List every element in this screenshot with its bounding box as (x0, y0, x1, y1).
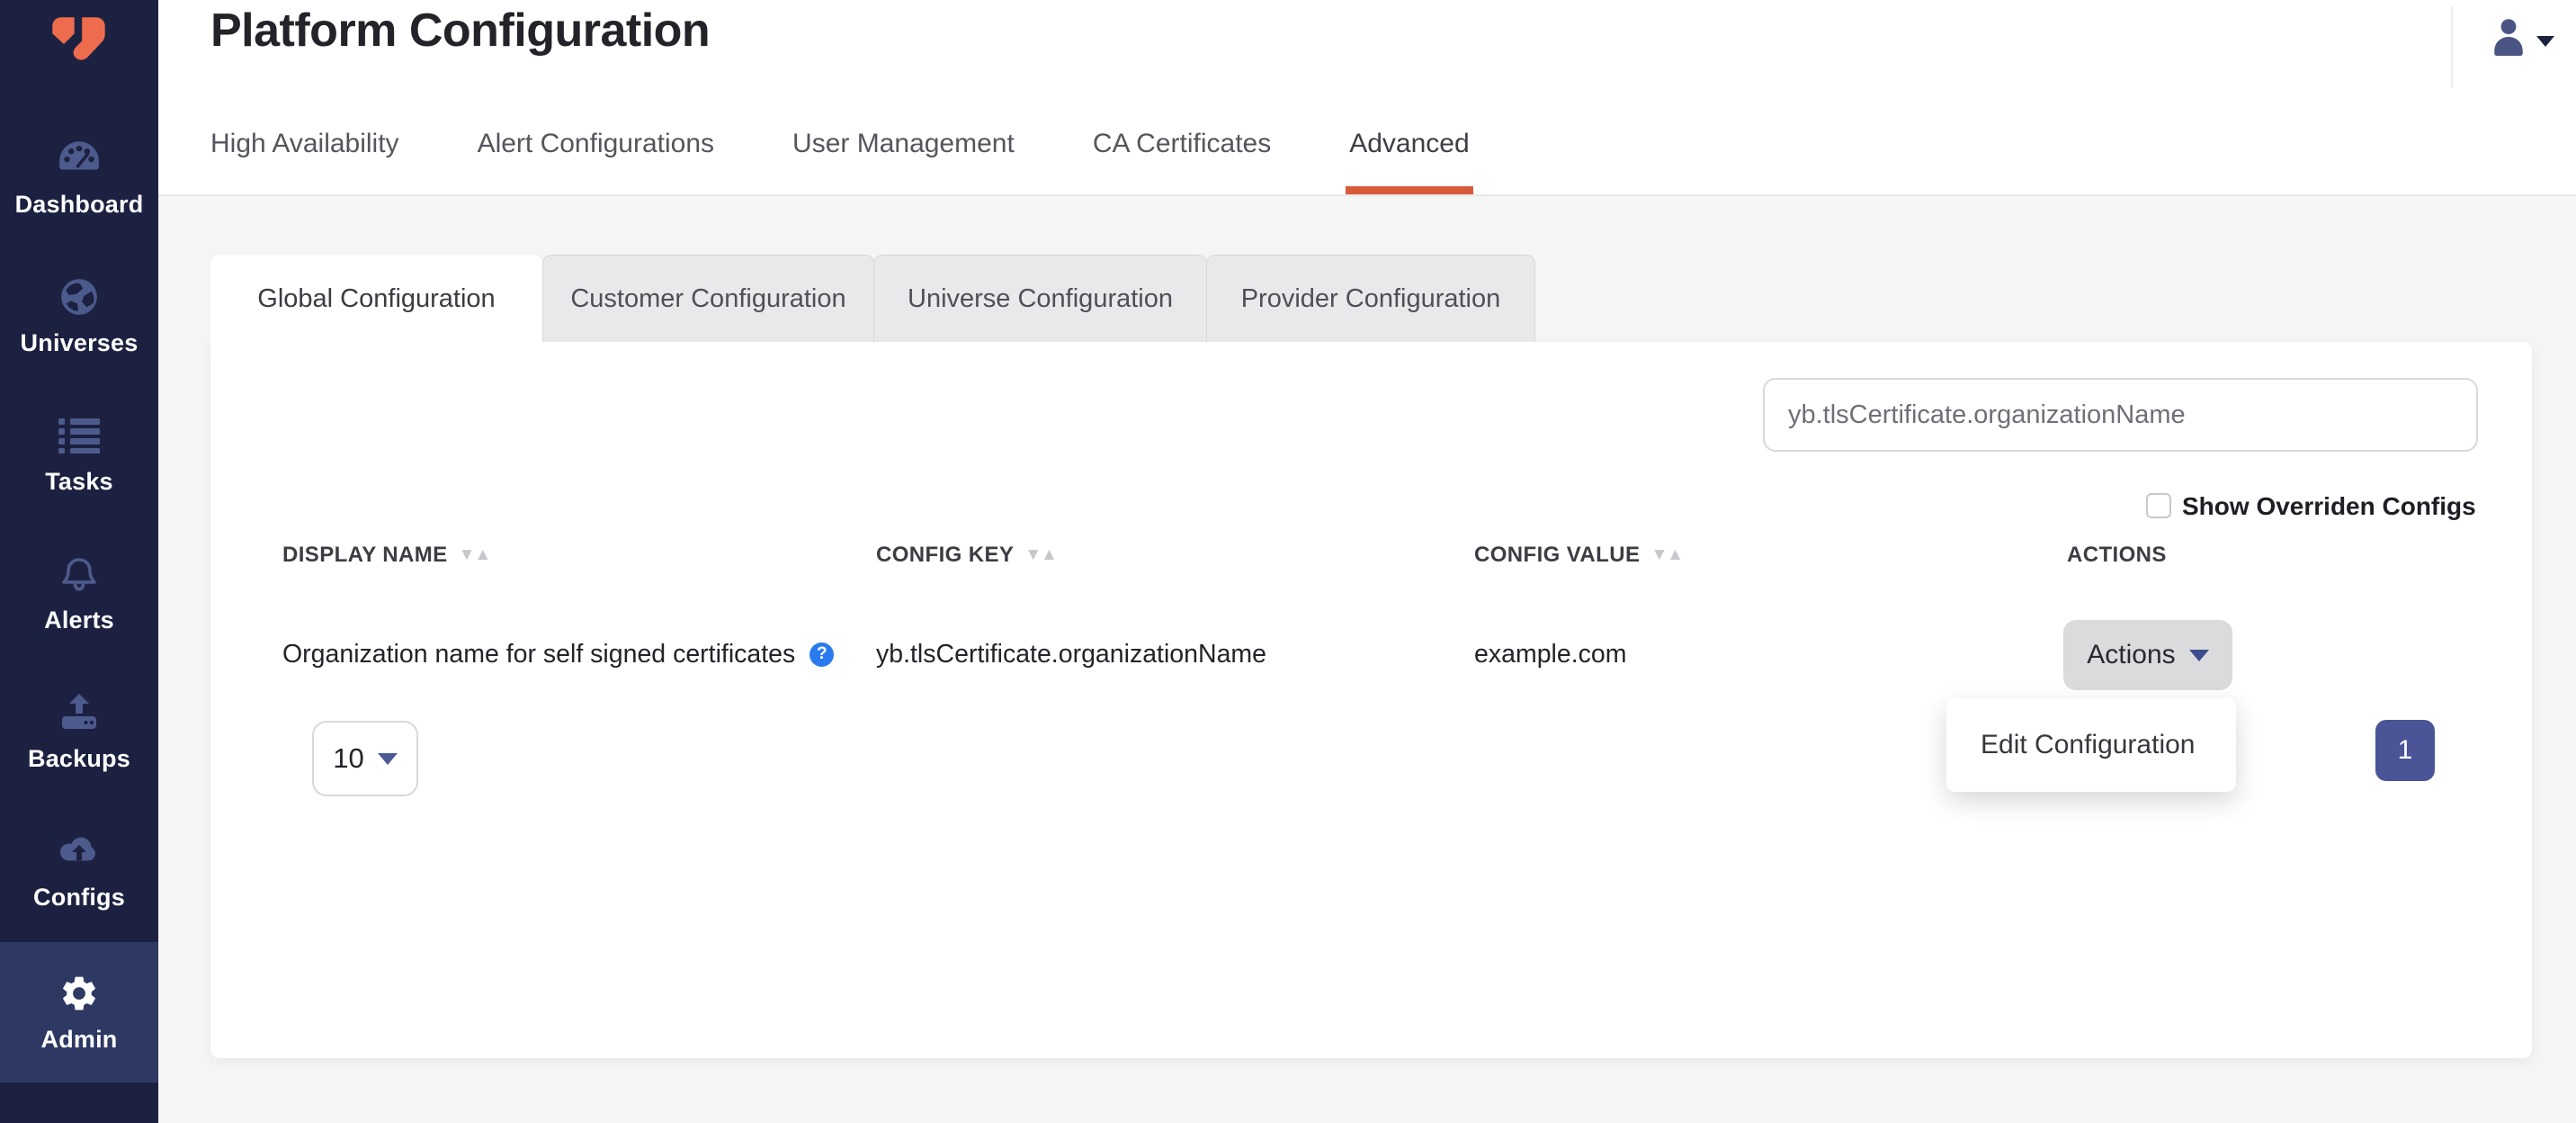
subtab-universe-configuration[interactable]: Universe Configuration (873, 255, 1207, 342)
configuration-subtabs: Global Configuration Customer Configurat… (210, 255, 1535, 343)
config-search-input[interactable] (1763, 378, 2478, 452)
sidebar-item-label: Tasks (45, 468, 113, 496)
page-title: Platform Configuration (210, 4, 710, 58)
user-menu-caret-icon[interactable] (2536, 36, 2554, 47)
sidebar-item-label: Backups (28, 745, 130, 773)
pagination-page-1-button[interactable]: 1 (2375, 720, 2435, 781)
tab-alert-configurations[interactable]: Alert Configurations (478, 94, 714, 194)
tab-ca-certificates[interactable]: CA Certificates (1093, 94, 1271, 194)
sidebar-item-label: Admin (41, 1026, 118, 1054)
cloud-upload-icon (58, 829, 101, 874)
sidebar-item-label: Alerts (44, 606, 114, 634)
subtab-provider-configuration[interactable]: Provider Configuration (1206, 255, 1535, 342)
sidebar-item-backups[interactable]: Backups (0, 664, 158, 799)
task-list-icon (58, 413, 100, 458)
sort-icon[interactable]: ▼▲ (1024, 545, 1057, 565)
sidebar-item-label: Universes (21, 329, 139, 357)
gear-icon (58, 971, 100, 1016)
row-actions-button[interactable]: Actions (2063, 620, 2232, 690)
sidebar: Dashboard Universes Tasks (0, 0, 158, 1123)
help-circle-icon[interactable]: ? (809, 642, 834, 667)
actions-dropdown-menu: Edit Configuration (1946, 698, 2236, 792)
header-divider (2451, 5, 2453, 88)
sidebar-item-tasks[interactable]: Tasks (0, 387, 158, 522)
tab-user-management[interactable]: User Management (792, 94, 1015, 194)
caret-down-icon (2189, 650, 2209, 661)
subtab-customer-configuration[interactable]: Customer Configuration (542, 255, 874, 342)
subtab-global-configuration[interactable]: Global Configuration (210, 255, 542, 343)
backup-upload-icon (58, 690, 100, 735)
sidebar-item-configs[interactable]: Configs (0, 803, 158, 938)
row-config-value: example.com (1474, 637, 1626, 671)
show-overriden-configs-checkbox[interactable] (2146, 493, 2171, 518)
menu-item-edit-configuration[interactable]: Edit Configuration (1946, 698, 2236, 792)
sidebar-item-universes[interactable]: Universes (0, 248, 158, 383)
caret-down-icon (378, 753, 398, 765)
header-tabs: High Availability Alert Configurations U… (210, 94, 1470, 194)
row-display-name: Organization name for self signed certif… (282, 637, 834, 671)
sort-icon[interactable]: ▼▲ (1650, 545, 1683, 565)
sidebar-item-admin[interactable]: Admin (0, 942, 158, 1083)
bell-icon (59, 552, 99, 597)
row-config-key: yb.tlsCertificate.organizationName (876, 637, 1266, 671)
sidebar-item-dashboard[interactable]: Dashboard (0, 110, 158, 245)
global-configuration-panel: Show Overriden Configs DISPLAY NAME ▼▲ C… (210, 342, 2532, 1058)
gauge-icon (57, 136, 102, 181)
yugabyte-logo[interactable] (49, 13, 110, 76)
page-size-dropdown[interactable]: 10 (312, 721, 418, 796)
tab-advanced[interactable]: Advanced (1349, 94, 1469, 194)
globe-icon (58, 274, 100, 319)
sidebar-item-label: Dashboard (15, 191, 144, 219)
sort-icon[interactable]: ▼▲ (459, 545, 491, 565)
show-overriden-configs-label: Show Overriden Configs (2182, 492, 2476, 521)
sidebar-item-label: Configs (33, 884, 125, 912)
user-icon[interactable] (2490, 16, 2527, 58)
column-header-actions: ACTIONS (2067, 538, 2167, 572)
sidebar-item-alerts[interactable]: Alerts (0, 526, 158, 660)
column-header-config-value[interactable]: CONFIG VALUE ▼▲ (1474, 538, 1683, 572)
top-header: Platform Configuration High Availability… (158, 0, 2576, 196)
column-header-display-name[interactable]: DISPLAY NAME ▼▲ (282, 538, 490, 572)
column-header-config-key[interactable]: CONFIG KEY ▼▲ (876, 538, 1057, 572)
tab-high-availability[interactable]: High Availability (210, 94, 399, 194)
